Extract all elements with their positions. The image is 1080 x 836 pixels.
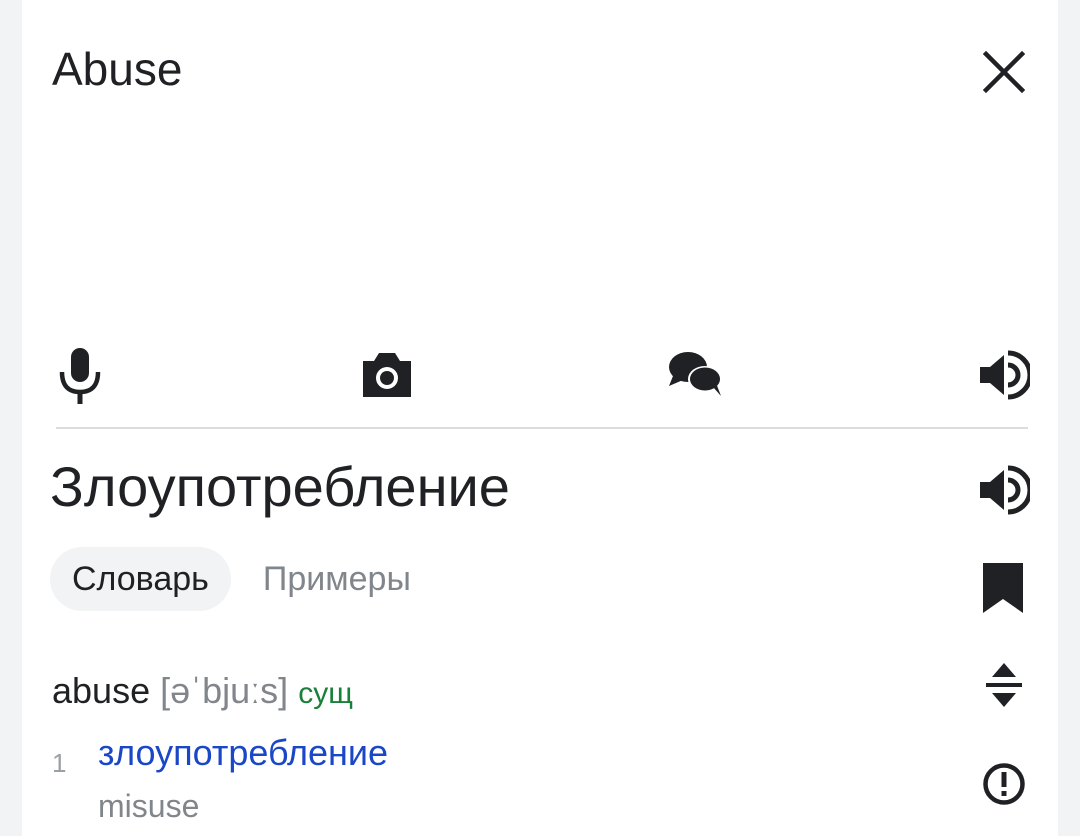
bookmark-icon (983, 563, 1023, 613)
close-button[interactable] (980, 48, 1028, 96)
camera-button[interactable] (359, 349, 415, 399)
conversation-button[interactable] (667, 350, 725, 398)
source-speaker-button[interactable] (978, 350, 1030, 400)
result-tabs: Словарь Примеры (50, 547, 433, 611)
camera-icon (363, 353, 411, 397)
expand-collapse-icon (986, 663, 1022, 707)
translation-text: Злоупотребление (50, 455, 510, 518)
close-icon (982, 50, 1026, 94)
source-text[interactable]: Abuse (52, 42, 182, 96)
previous-card-edge (22, 0, 1058, 17)
translation-card: Abuse Злоупотребление Словарь Примеры ab… (22, 16, 1058, 836)
sense-translation[interactable]: злоупотребление (98, 732, 388, 774)
voice-input-button[interactable] (56, 346, 104, 406)
tab-dictionary[interactable]: Словарь (50, 547, 231, 611)
tab-examples[interactable]: Примеры (241, 547, 433, 611)
sense-synonyms[interactable]: misuse (98, 788, 199, 825)
sense-number: 1 (52, 748, 67, 778)
microphone-icon (59, 348, 101, 404)
entry-transcription: [əˈbjuːs] (160, 670, 289, 711)
expand-collapse-button[interactable] (982, 661, 1026, 709)
speaker-icon (980, 350, 1030, 400)
divider (56, 427, 1028, 429)
bookmark-button[interactable] (980, 561, 1026, 615)
entry-part-of-speech: сущ (298, 677, 353, 710)
speaker-icon (980, 465, 1030, 515)
report-button[interactable] (982, 762, 1026, 806)
entry-word: abuse (52, 670, 151, 711)
dictionary-entry-header: abuse [əˈbjuːs] сущ (52, 670, 353, 712)
conversation-icon (669, 352, 722, 396)
translation-speaker-button[interactable] (978, 465, 1030, 515)
alert-icon (983, 763, 1025, 805)
